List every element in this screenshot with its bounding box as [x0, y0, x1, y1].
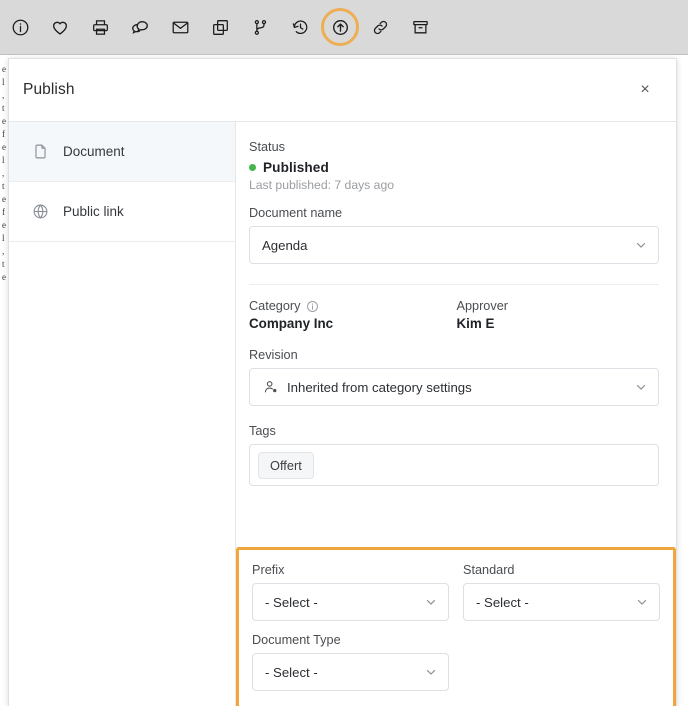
revision-value: Inherited from category settings [287, 379, 472, 395]
prefix-block: Prefix - Select - [252, 563, 449, 621]
document-name-label: Document name [249, 206, 343, 220]
prefix-select[interactable]: - Select - [252, 583, 449, 621]
document-type-select[interactable]: - Select - [252, 653, 449, 691]
prefix-value: - Select - [265, 594, 318, 610]
document-type-label: Document Type [252, 633, 341, 647]
envelope-icon [171, 18, 190, 37]
history-icon [291, 18, 310, 37]
chevron-down-icon [634, 238, 648, 252]
category-approver-row: Category Company Inc Approver Kim E [249, 299, 659, 331]
status-dot-icon [249, 164, 256, 171]
standard-label: Standard [463, 563, 515, 577]
dialog-header: Publish × [9, 59, 676, 122]
publish-button[interactable] [320, 7, 360, 47]
printer-icon [91, 18, 110, 37]
archive-button[interactable] [400, 7, 440, 47]
document-type-spacer [463, 633, 660, 691]
category-block: Category Company Inc [249, 299, 452, 331]
tags-label: Tags [249, 424, 276, 438]
publish-dialog: Publish × Document Public link Status Pu… [8, 58, 677, 706]
copy-icon [211, 18, 230, 37]
revision-select[interactable]: Inherited from category settings [249, 368, 659, 406]
sidebar-item-public-link-label: Public link [63, 204, 124, 219]
chevron-down-icon [634, 380, 648, 394]
category-value: Company Inc [249, 316, 334, 331]
print-button[interactable] [80, 7, 120, 47]
archive-icon [411, 18, 430, 37]
status-label: Status [249, 140, 285, 154]
approver-value: Kim E [456, 316, 495, 331]
standard-value: - Select - [476, 594, 529, 610]
comments-button[interactable] [120, 7, 160, 47]
favorite-button[interactable] [40, 7, 80, 47]
standard-select[interactable]: - Select - [463, 583, 660, 621]
approver-block: Approver Kim E [452, 299, 660, 331]
sidebar-item-public-link[interactable]: Public link [9, 182, 235, 242]
comments-icon [130, 17, 150, 37]
document-name-value: Agenda [262, 237, 308, 253]
prefix-label: Prefix [252, 563, 285, 577]
info-icon[interactable] [306, 300, 319, 313]
link-button[interactable] [360, 7, 400, 47]
globe-icon [31, 203, 49, 221]
highlighted-fields-section: Prefix - Select - Standard - Select - Do… [236, 547, 676, 706]
category-label: Category [249, 299, 301, 313]
document-name-select[interactable]: Agenda [249, 226, 659, 264]
status-badge: Published [249, 160, 659, 175]
email-button[interactable] [160, 7, 200, 47]
duplicate-button[interactable] [200, 7, 240, 47]
document-type-row: Document Type - Select - [252, 633, 660, 691]
heart-icon [50, 17, 70, 37]
last-published-note: Last published: 7 days ago [249, 178, 395, 192]
info-icon-button[interactable] [0, 7, 40, 47]
dialog-content: Status Published Last published: 7 days … [236, 122, 676, 706]
publish-icon [331, 18, 350, 37]
chevron-down-icon [424, 665, 438, 679]
sidebar-item-document-label: Document [63, 144, 125, 159]
close-icon[interactable]: × [632, 77, 658, 103]
section-divider [249, 284, 659, 285]
document-type-block: Document Type - Select - [252, 633, 449, 691]
prefix-standard-row: Prefix - Select - Standard - Select - [252, 563, 660, 621]
chevron-down-icon [424, 595, 438, 609]
history-button[interactable] [280, 7, 320, 47]
approver-label: Approver [456, 299, 508, 313]
dialog-sidebar: Document Public link [9, 122, 236, 706]
tags-input[interactable]: Offert [249, 444, 659, 486]
dialog-body: Document Public link Status Published La… [9, 122, 676, 706]
standard-block: Standard - Select - [463, 563, 660, 621]
dialog-title: Publish [23, 81, 75, 98]
info-icon [11, 18, 30, 37]
document-icon [31, 143, 49, 161]
chevron-down-icon [635, 595, 649, 609]
revision-label: Revision [249, 348, 298, 362]
sidebar-item-document[interactable]: Document [9, 122, 235, 182]
link-icon [371, 18, 390, 37]
category-label-row: Category [249, 299, 452, 313]
branch-button[interactable] [240, 7, 280, 47]
status-value: Published [263, 160, 329, 175]
tag-chip[interactable]: Offert [258, 451, 314, 479]
user-settings-icon [262, 379, 279, 395]
document-type-value: - Select - [265, 664, 318, 680]
branch-icon [251, 18, 270, 37]
top-toolbar [0, 0, 688, 55]
